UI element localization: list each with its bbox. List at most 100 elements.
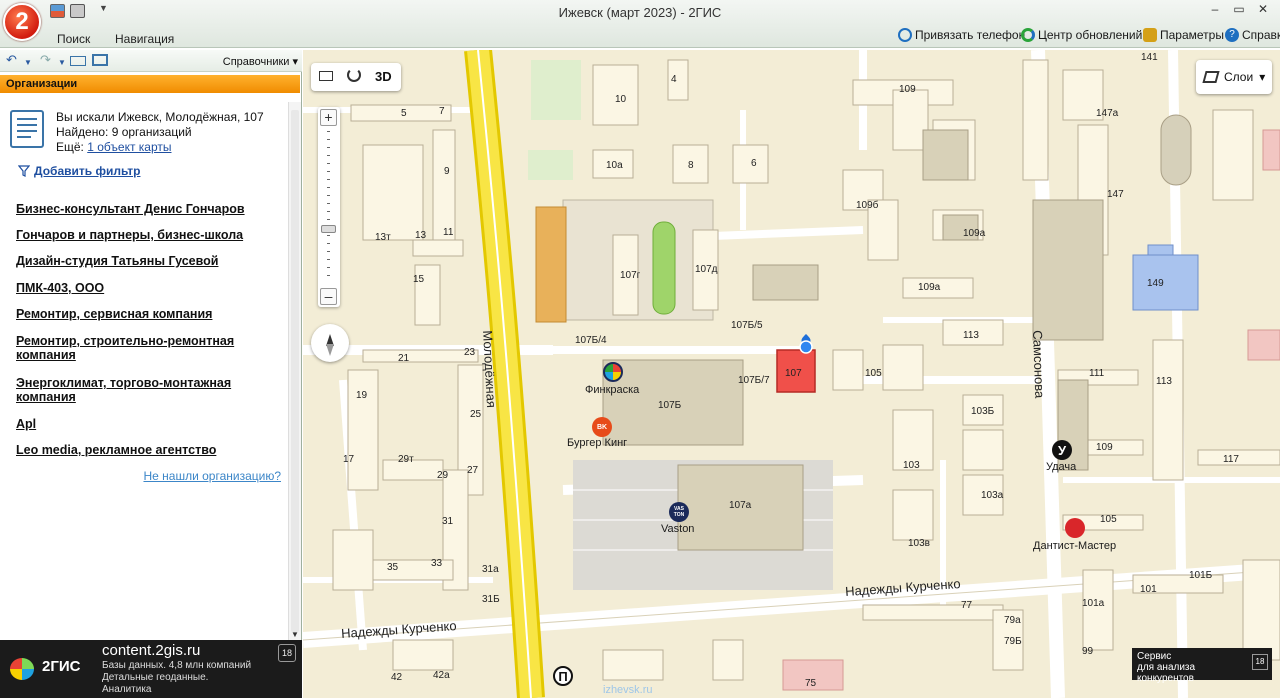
ruler-icon[interactable] xyxy=(319,71,333,81)
building-number[interactable]: 7 xyxy=(439,106,445,117)
poi-burger-king[interactable]: Бургер Кинг xyxy=(567,437,627,449)
building-number[interactable]: 103 xyxy=(903,460,920,471)
building-number[interactable]: 11 xyxy=(443,227,453,238)
building-number[interactable]: 103Б xyxy=(971,406,994,417)
competitor-analysis-ad[interactable]: Сервис для анализа конкурентов 18 xyxy=(1132,648,1272,684)
print-preview-icon[interactable] xyxy=(70,56,86,66)
building-number[interactable]: 79Б xyxy=(1004,636,1022,647)
building-number[interactable]: 107г xyxy=(620,270,640,281)
building-number[interactable]: 99 xyxy=(1082,646,1093,657)
params-link[interactable]: Параметры xyxy=(1143,28,1224,42)
map-view[interactable]: Молодёжная Самсонова Надежды Курченко На… xyxy=(303,50,1280,698)
building-number[interactable]: 31 xyxy=(442,516,453,527)
building-number[interactable]: 23 xyxy=(464,347,475,358)
zoom-out-button[interactable]: – xyxy=(320,288,337,305)
zoom-in-button[interactable]: + xyxy=(320,109,337,126)
building-number[interactable]: 8 xyxy=(688,160,694,171)
building-number[interactable]: 107д xyxy=(695,264,718,275)
building-number[interactable]: 17 xyxy=(343,454,354,465)
ad-banner[interactable]: 2ГИС content.2gis.ru Базы данных. 4,8 мл… xyxy=(0,640,302,698)
building-number[interactable]: 31Б xyxy=(482,594,500,605)
building-number[interactable]: 107а xyxy=(729,500,751,511)
scroll-down-icon[interactable]: ▼ xyxy=(291,630,299,639)
building-number[interactable]: 29т xyxy=(398,454,414,465)
building-number[interactable]: 107Б/4 xyxy=(575,335,607,346)
building-number[interactable]: 107Б/5 xyxy=(731,320,763,331)
building-number[interactable]: 9 xyxy=(444,166,450,177)
close-button[interactable]: ✕ xyxy=(1254,2,1272,16)
building-number[interactable]: 4 xyxy=(671,74,677,85)
building-number[interactable]: 13 xyxy=(415,230,426,241)
building-number[interactable]: 33 xyxy=(431,558,442,569)
panel-scrollbar[interactable]: ▼ xyxy=(288,102,301,640)
building-number[interactable]: 19 xyxy=(356,390,367,401)
compass-icon[interactable] xyxy=(311,324,349,362)
poi-udacha[interactable]: Удача xyxy=(1046,461,1076,473)
building-number[interactable]: 10а xyxy=(606,160,623,171)
minimize-button[interactable]: – xyxy=(1206,2,1224,16)
building-number[interactable]: 6 xyxy=(751,158,757,169)
building-number[interactable]: 113 xyxy=(963,330,979,341)
building-number[interactable]: 147а xyxy=(1096,108,1118,119)
building-number[interactable]: 101 xyxy=(1140,584,1157,595)
building-number[interactable]: 107 xyxy=(785,368,802,379)
building-number[interactable]: 75 xyxy=(805,678,816,689)
list-item[interactable]: Ремонтир, строительно-ремонтная компания xyxy=(16,334,246,362)
building-number[interactable]: 42 xyxy=(391,672,402,683)
scrollbar-thumb[interactable] xyxy=(291,110,299,632)
building-number[interactable]: 109а xyxy=(918,282,940,293)
building-number[interactable]: 27 xyxy=(467,465,478,476)
update-center-link[interactable]: Центр обновлений xyxy=(1021,28,1142,42)
add-filter-link[interactable]: Добавить фильтр xyxy=(18,164,140,178)
building-number[interactable]: 109 xyxy=(1096,442,1113,453)
poi-finkraska[interactable]: Финкраска xyxy=(585,384,639,396)
building-number[interactable]: 101а xyxy=(1082,598,1104,609)
layers-button[interactable]: Слои ▾ xyxy=(1196,60,1272,94)
list-item[interactable]: Бизнес-консультант Денис Гончаров xyxy=(16,202,276,216)
forward-dropdown-icon[interactable]: ▼ xyxy=(58,56,66,70)
maximize-button[interactable]: ▭ xyxy=(1230,2,1248,16)
building-number[interactable]: 103в xyxy=(908,538,930,549)
building-number[interactable]: 79а xyxy=(1004,615,1021,626)
building-number[interactable]: 29 xyxy=(437,470,448,481)
building-number[interactable]: 141 xyxy=(1141,52,1158,63)
directories-dropdown[interactable]: Справочники ▾ xyxy=(223,55,298,68)
tooth-marker-icon[interactable] xyxy=(1065,518,1085,538)
forward-icon[interactable]: ↷ xyxy=(40,53,51,67)
building-number[interactable]: 149 xyxy=(1147,278,1164,289)
back-dropdown-icon[interactable]: ▼ xyxy=(24,56,32,70)
list-item[interactable]: Энергоклимат, торгово-монтажная компания xyxy=(16,376,246,404)
tab-search[interactable]: Поиск xyxy=(57,32,90,46)
vaston-marker-icon[interactable]: VAS TON xyxy=(669,502,689,522)
list-item[interactable]: Leo media, рекламное агентство xyxy=(16,443,276,457)
building-number[interactable]: 10 xyxy=(615,94,626,105)
finkraska-marker-icon[interactable] xyxy=(603,362,623,382)
building-number[interactable]: 77 xyxy=(961,600,972,611)
zoom-track[interactable] xyxy=(327,131,330,281)
building-number[interactable]: 101Б xyxy=(1189,570,1212,581)
toggle-3d-button[interactable]: 3D xyxy=(375,69,392,84)
building-number[interactable]: 117 xyxy=(1223,454,1239,465)
poi-dentist[interactable]: Дантист-Мастер xyxy=(1033,540,1116,552)
building-number[interactable]: 105 xyxy=(865,368,882,379)
building-number[interactable]: 105 xyxy=(1100,514,1117,525)
poi-vaston[interactable]: Vaston xyxy=(661,523,694,535)
area-measure-icon[interactable] xyxy=(347,68,361,82)
list-item[interactable]: Ремонтир, сервисная компания xyxy=(16,307,276,321)
parking-marker-icon[interactable]: П xyxy=(553,666,573,686)
building-number[interactable]: 103а xyxy=(981,490,1003,501)
back-icon[interactable]: ↶ xyxy=(6,53,17,67)
building-number[interactable]: 107Б xyxy=(658,400,681,411)
bind-phone-link[interactable]: Привязать телефон xyxy=(898,28,1025,42)
building-number[interactable]: 21 xyxy=(398,353,409,364)
building-number[interactable]: 109а xyxy=(963,228,985,239)
building-number[interactable]: 109б xyxy=(856,200,878,211)
list-item[interactable]: Дизайн-студия Татьяны Гусевой xyxy=(16,254,276,268)
list-item[interactable]: ПМК-403, ООО xyxy=(16,281,276,295)
building-number[interactable]: 35 xyxy=(387,562,398,573)
building-number[interactable]: 25 xyxy=(470,409,481,420)
list-item[interactable]: Apl xyxy=(16,417,276,431)
building-number[interactable]: 42а xyxy=(433,670,450,681)
building-number[interactable]: 13т xyxy=(375,232,391,243)
building-number[interactable]: 109 xyxy=(899,84,916,95)
